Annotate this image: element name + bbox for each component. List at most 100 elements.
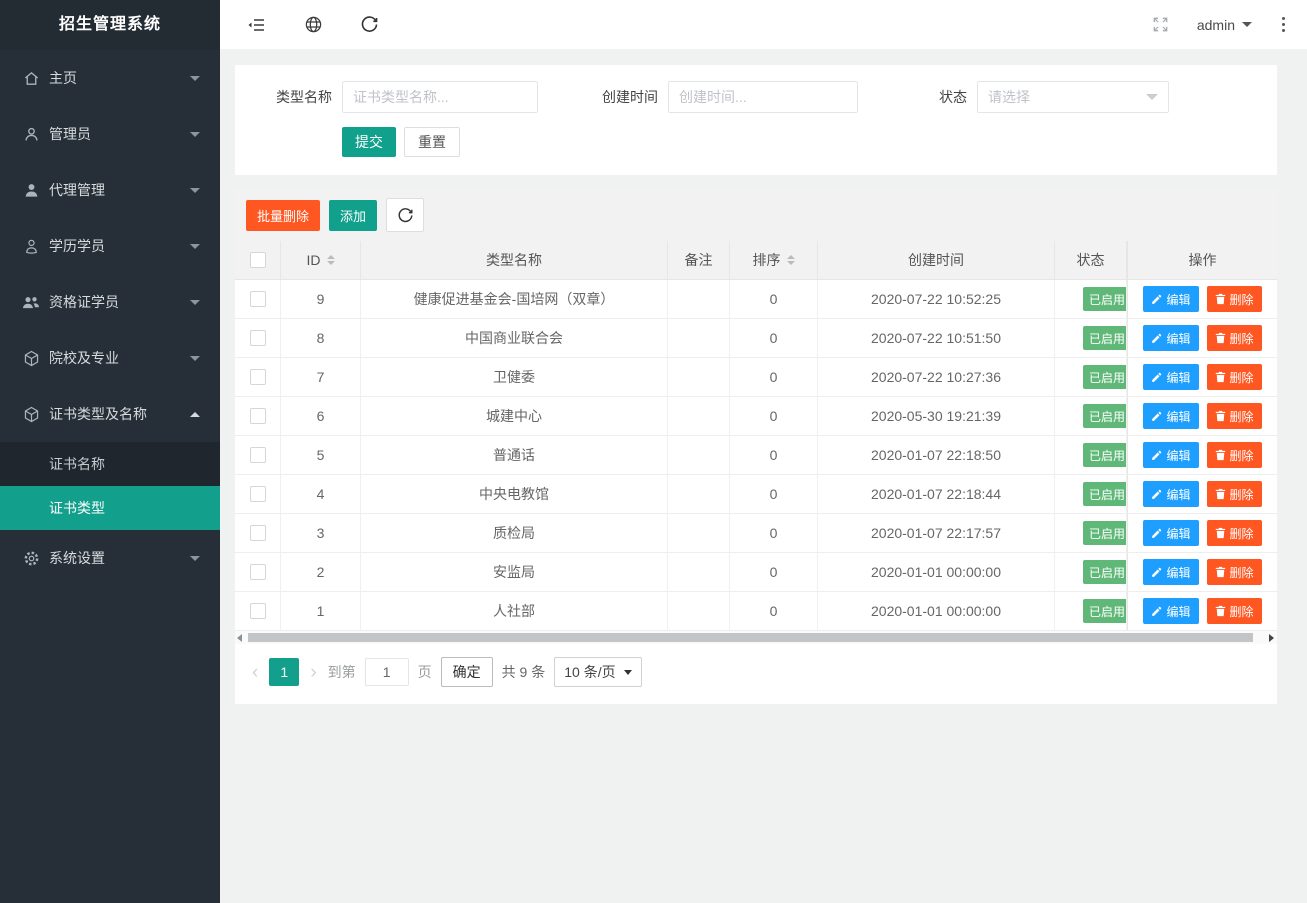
sidebar-item-admin[interactable]: 管理员 bbox=[0, 106, 220, 162]
row-remark bbox=[668, 436, 730, 474]
edit-button[interactable]: 编辑 bbox=[1143, 598, 1198, 624]
scroll-left-arrow-icon[interactable] bbox=[237, 634, 242, 642]
main-area: admin 类型名称 创建时间 bbox=[220, 0, 1307, 903]
goto-prefix: 到第 bbox=[328, 662, 356, 682]
row-checkbox[interactable] bbox=[250, 486, 266, 502]
edit-button[interactable]: 编辑 bbox=[1143, 403, 1198, 429]
chevron-down-icon bbox=[190, 356, 200, 361]
user-menu[interactable]: admin bbox=[1197, 17, 1252, 33]
delete-button[interactable]: 删除 bbox=[1207, 325, 1262, 351]
row-checkbox[interactable] bbox=[250, 603, 266, 619]
trash-icon bbox=[1215, 527, 1226, 539]
sort-order-icon[interactable] bbox=[787, 255, 795, 265]
chevron-down-icon bbox=[190, 76, 200, 81]
sidebar-item-college-major[interactable]: 院校及专业 bbox=[0, 330, 220, 386]
add-button[interactable]: 添加 bbox=[329, 200, 377, 231]
row-checkbox[interactable] bbox=[250, 291, 266, 307]
delete-button[interactable]: 删除 bbox=[1207, 598, 1262, 624]
sidebar-subitem-cert-name[interactable]: 证书名称 bbox=[0, 442, 220, 486]
table-header: ID 类型名称 备注 排序 创建时间 状态 操作 bbox=[235, 241, 1277, 280]
next-page-icon[interactable]: › bbox=[308, 663, 318, 682]
status-badge: 已启用 bbox=[1083, 443, 1127, 467]
type-name-input[interactable] bbox=[342, 81, 538, 113]
delete-button[interactable]: 删除 bbox=[1207, 520, 1262, 546]
delete-button[interactable]: 删除 bbox=[1207, 481, 1262, 507]
delete-button[interactable]: 删除 bbox=[1207, 559, 1262, 585]
row-checkbox[interactable] bbox=[250, 369, 266, 385]
header-id: ID bbox=[281, 241, 361, 279]
status-select-value: 请选择 bbox=[988, 87, 1030, 107]
row-status-cell: 已启用 bbox=[1055, 358, 1127, 396]
row-remark bbox=[668, 358, 730, 396]
batch-delete-button[interactable]: 批量删除 bbox=[246, 200, 320, 231]
sidebar-item-agent[interactable]: 代理管理 bbox=[0, 162, 220, 218]
delete-button[interactable]: 删除 bbox=[1207, 286, 1262, 312]
row-checkbox[interactable] bbox=[250, 447, 266, 463]
sidebar-subitem-cert-type[interactable]: 证书类型 bbox=[0, 486, 220, 530]
row-status-cell: 已启用 bbox=[1055, 475, 1127, 513]
sort-id-icon[interactable] bbox=[327, 255, 335, 265]
cube-icon bbox=[22, 349, 40, 367]
scrollbar-thumb[interactable] bbox=[248, 633, 1253, 642]
collapse-menu-icon[interactable] bbox=[238, 6, 276, 44]
row-create-time: 2020-07-22 10:27:36 bbox=[818, 358, 1055, 396]
row-id: 5 bbox=[281, 436, 361, 474]
chevron-down-icon bbox=[190, 244, 200, 249]
edit-button[interactable]: 编辑 bbox=[1143, 286, 1198, 312]
prev-page-icon[interactable]: ‹ bbox=[250, 663, 260, 682]
edit-button[interactable]: 编辑 bbox=[1143, 325, 1198, 351]
row-checkbox[interactable] bbox=[250, 564, 266, 580]
row-status-cell: 已启用 bbox=[1055, 592, 1127, 630]
edit-button[interactable]: 编辑 bbox=[1143, 520, 1198, 546]
student-icon bbox=[22, 237, 40, 255]
status-select[interactable]: 请选择 bbox=[977, 81, 1169, 113]
edit-button[interactable]: 编辑 bbox=[1143, 481, 1198, 507]
field-type-name: 类型名称 bbox=[262, 81, 538, 113]
row-checkbox[interactable] bbox=[250, 330, 266, 346]
row-checkbox[interactable] bbox=[250, 408, 266, 424]
edit-button[interactable]: 编辑 bbox=[1143, 559, 1198, 585]
sidebar-item-settings[interactable]: 系统设置 bbox=[0, 530, 220, 586]
current-page-button[interactable]: 1 bbox=[269, 658, 299, 686]
pencil-icon bbox=[1151, 489, 1162, 500]
edit-button[interactable]: 编辑 bbox=[1143, 442, 1198, 468]
row-sort: 0 bbox=[730, 475, 818, 513]
delete-button[interactable]: 删除 bbox=[1207, 403, 1262, 429]
row-type-name: 质检局 bbox=[361, 514, 668, 552]
row-checkbox-cell bbox=[235, 553, 281, 591]
goto-confirm-button[interactable]: 确定 bbox=[441, 657, 493, 687]
row-create-time: 2020-01-01 00:00:00 bbox=[818, 553, 1055, 591]
topbar-right: admin bbox=[1152, 13, 1289, 36]
create-time-input[interactable] bbox=[668, 81, 858, 113]
row-checkbox[interactable] bbox=[250, 525, 266, 541]
status-badge: 已启用 bbox=[1083, 287, 1127, 311]
sidebar-item-cert-type-name[interactable]: 证书类型及名称 bbox=[0, 386, 220, 442]
trash-icon bbox=[1215, 332, 1226, 344]
select-all-checkbox[interactable] bbox=[250, 252, 266, 268]
table-refresh-button[interactable] bbox=[386, 198, 424, 232]
reset-button[interactable]: 重置 bbox=[404, 127, 460, 157]
goto-page-input[interactable] bbox=[365, 658, 409, 686]
sidebar-item-cert-student[interactable]: 资格证学员 bbox=[0, 274, 220, 330]
row-operations: 编辑 删除 bbox=[1127, 592, 1277, 630]
sidebar-item-edu-student[interactable]: 学历学员 bbox=[0, 218, 220, 274]
refresh-icon[interactable] bbox=[350, 6, 388, 44]
page-size-select[interactable]: 10 条/页 bbox=[554, 657, 641, 687]
row-remark bbox=[668, 319, 730, 357]
fullscreen-icon[interactable] bbox=[1152, 16, 1169, 33]
sidebar-item-label: 主页 bbox=[49, 68, 77, 88]
row-id: 7 bbox=[281, 358, 361, 396]
chevron-down-icon bbox=[190, 556, 200, 561]
globe-icon[interactable] bbox=[294, 6, 332, 44]
edit-button[interactable]: 编辑 bbox=[1143, 364, 1198, 390]
row-checkbox-cell bbox=[235, 319, 281, 357]
row-type-name: 普通话 bbox=[361, 436, 668, 474]
sidebar-item-home[interactable]: 主页 bbox=[0, 50, 220, 106]
row-checkbox-cell bbox=[235, 436, 281, 474]
table-row: 9 健康促进基金会-国培网（双章） 0 2020-07-22 10:52:25 … bbox=[235, 280, 1277, 319]
kebab-menu-icon[interactable] bbox=[1278, 13, 1289, 36]
scroll-right-arrow-icon[interactable] bbox=[1269, 634, 1274, 642]
delete-button[interactable]: 删除 bbox=[1207, 364, 1262, 390]
delete-button[interactable]: 删除 bbox=[1207, 442, 1262, 468]
submit-button[interactable]: 提交 bbox=[342, 127, 396, 157]
